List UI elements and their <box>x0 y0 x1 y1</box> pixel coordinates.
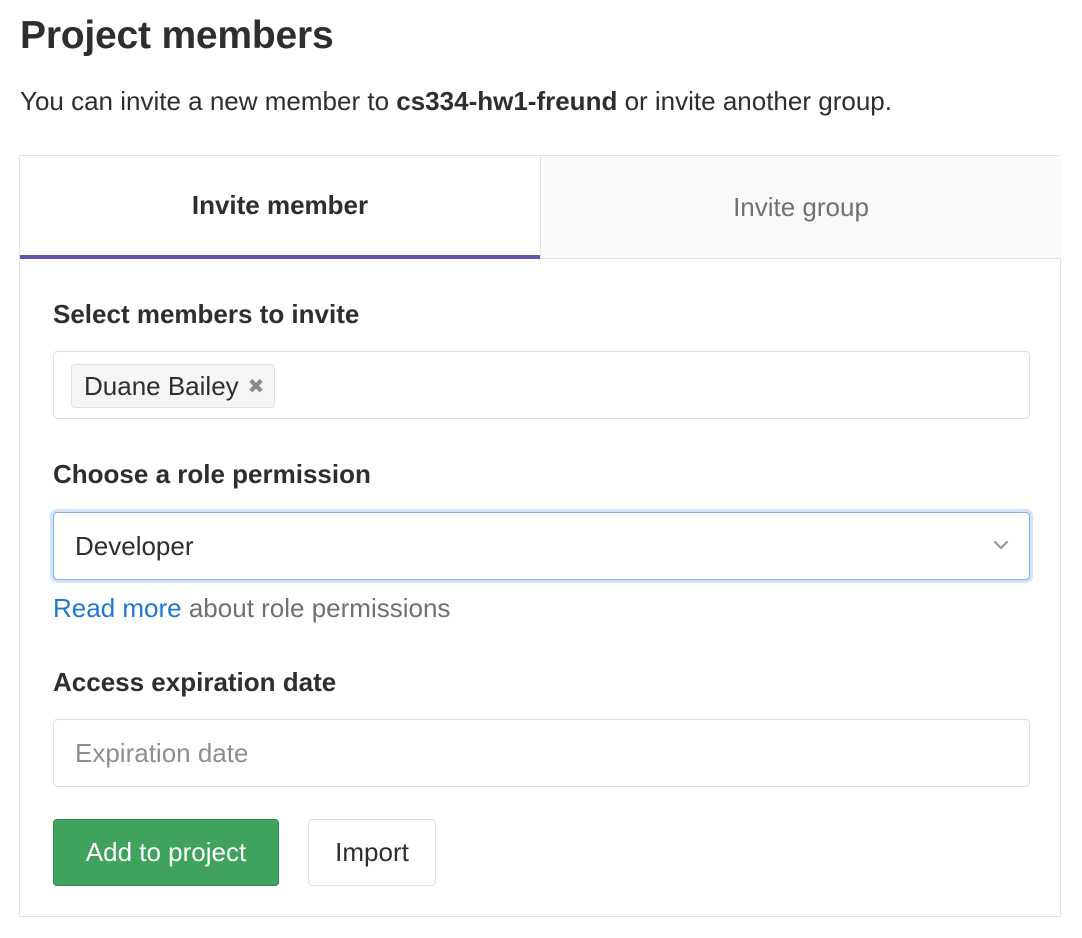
add-to-project-button[interactable]: Add to project <box>53 819 279 886</box>
read-more-link[interactable]: Read more <box>53 593 182 623</box>
role-select[interactable]: Developer <box>53 512 1030 580</box>
subtitle-prefix: You can invite a new member to <box>20 86 397 116</box>
chevron-down-icon <box>993 540 1009 550</box>
member-token: Duane Bailey ✖ <box>71 364 276 408</box>
role-help-text: Read more about role permissions <box>53 593 450 624</box>
page-subtitle: You can invite a new member to cs334-hw1… <box>20 86 892 117</box>
members-label: Select members to invite <box>53 299 360 329</box>
project-name: cs334-hw1-freund <box>396 86 618 116</box>
invite-tabs: Invite member Invite group <box>20 156 1061 260</box>
role-label: Choose a role permission <box>53 459 371 489</box>
expiration-date-input[interactable] <box>53 719 1030 787</box>
role-help-suffix: about role permissions <box>181 593 451 623</box>
members-select-input[interactable]: Duane Bailey ✖ <box>53 351 1030 419</box>
tab-invite-group[interactable]: Invite group <box>540 156 1061 259</box>
close-icon[interactable]: ✖ <box>248 374 265 399</box>
role-select-value: Developer <box>75 531 194 561</box>
subtitle-suffix: or invite another group. <box>617 86 892 116</box>
import-button[interactable]: Import <box>308 819 436 886</box>
invite-panel: Invite member Invite group Select member… <box>19 155 1061 917</box>
expiration-label: Access expiration date <box>53 667 337 697</box>
page-title: Project members <box>20 14 334 57</box>
member-token-name: Duane Bailey <box>84 370 239 401</box>
tab-invite-member[interactable]: Invite member <box>20 156 540 259</box>
